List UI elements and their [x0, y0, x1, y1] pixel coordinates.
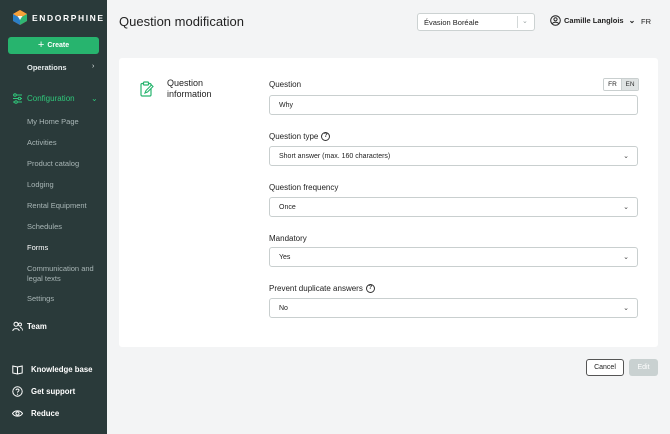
language-switch[interactable]: FR	[641, 17, 651, 26]
edit-button[interactable]: Edit	[629, 359, 658, 376]
sidebar-subitem-settings[interactable]: Settings	[27, 294, 103, 304]
sidebar-subitem-forms[interactable]: Forms	[27, 243, 103, 253]
prevent-duplicate-label-text: Prevent duplicate answers	[269, 284, 363, 293]
sidebar-subitem-lodging[interactable]: Lodging	[27, 180, 103, 190]
sidebar-subitem-schedules[interactable]: Schedules	[27, 222, 103, 232]
sidebar-item-label: Knowledge base	[31, 365, 93, 374]
brand-name: ENDORPHINE	[32, 12, 105, 23]
sidebar-subitem-rental-equipment[interactable]: Rental Equipment	[27, 201, 103, 211]
sidebar-subitem-communication[interactable]: Communication and legal texts	[27, 264, 103, 283]
prevent-duplicate-select[interactable]: No ⌄	[269, 298, 638, 318]
endorphine-logo-icon	[13, 10, 27, 25]
sidebar-item-label: Get support	[31, 387, 76, 396]
content-language-toggle[interactable]: FR EN	[603, 78, 639, 91]
prevent-duplicate-label: Prevent duplicate answers ?	[269, 284, 375, 293]
chevron-right-icon: ›	[92, 63, 95, 70]
sidebar-item-label: Team	[27, 322, 47, 331]
organization-select[interactable]: Évasion Boréale ⌄	[417, 13, 535, 31]
chevron-down-icon: ⌄	[522, 18, 528, 25]
question-label: Question	[269, 80, 301, 89]
question-form-card: Question information FR EN Question Why …	[119, 58, 658, 347]
question-frequency-select[interactable]: Once ⌄	[269, 197, 638, 217]
mandatory-select[interactable]: Yes ⌄	[269, 247, 638, 267]
sliders-icon	[13, 93, 22, 104]
sidebar: ENDORPHINE + Create Operations › Configu…	[0, 0, 107, 434]
book-icon	[12, 365, 23, 375]
question-input[interactable]: Why	[269, 95, 638, 115]
cancel-button[interactable]: Cancel	[586, 359, 624, 376]
chevron-down-icon: ⌄	[623, 254, 629, 261]
sidebar-subitem-my-home-page[interactable]: My Home Page	[27, 117, 103, 127]
question-input-value: Why	[279, 102, 293, 109]
sidebar-subitem-activities[interactable]: Activities	[27, 138, 103, 148]
help-icon[interactable]: ?	[365, 284, 375, 293]
sidebar-item-label: Configuration	[27, 94, 75, 103]
select-divider	[517, 16, 518, 28]
sidebar-item-knowledge-base[interactable]: Knowledge base	[0, 364, 107, 376]
question-frequency-label-text: Question frequency	[269, 183, 339, 192]
question-label-text: Question	[269, 80, 302, 89]
question-frequency-label: Question frequency	[269, 183, 338, 192]
chevron-down-icon: ⌄	[91, 94, 98, 103]
chevron-down-icon: ⌄	[623, 153, 629, 160]
sidebar-item-reduce[interactable]: Reduce	[0, 408, 107, 420]
mandatory-label: Mandatory	[269, 234, 307, 243]
section-title: Question information	[167, 78, 212, 99]
chevron-down-icon: ⌄	[623, 305, 629, 312]
sidebar-item-get-support[interactable]: Get support	[0, 386, 107, 398]
sidebar-item-label: Reduce	[31, 409, 60, 418]
page-title: Question modification	[119, 14, 245, 29]
question-type-select[interactable]: Short answer (max. 160 characters) ⌄	[269, 146, 638, 166]
lang-toggle-fr[interactable]: FR	[604, 79, 621, 90]
organization-select-value: Évasion Boréale	[424, 18, 479, 27]
question-type-label: Question type ?	[269, 132, 331, 141]
question-type-value: Short answer (max. 160 characters)	[279, 153, 391, 160]
mandatory-value: Yes	[279, 254, 291, 261]
help-circle-icon	[12, 386, 23, 397]
user-avatar-icon	[550, 15, 561, 26]
plus-icon: +	[37, 39, 45, 51]
create-button[interactable]: + Create	[8, 37, 99, 54]
create-label: Create	[47, 42, 70, 49]
mandatory-label-text: Mandatory	[269, 234, 307, 243]
brand[interactable]: ENDORPHINE	[13, 10, 105, 25]
chevron-down-icon: ⌄	[623, 204, 629, 211]
sidebar-item-operations[interactable]: Operations ›	[0, 62, 107, 74]
eye-icon	[12, 410, 23, 417]
question-frequency-value: Once	[279, 204, 296, 211]
sidebar-item-team[interactable]: Team	[0, 321, 107, 333]
sidebar-subitem-product-catalog[interactable]: Product catalog	[27, 159, 103, 169]
chevron-down-icon: ⌄	[628, 16, 636, 25]
user-menu[interactable]: Camille Langlois ⌄	[550, 15, 635, 26]
question-type-label-text: Question type	[269, 132, 319, 141]
prevent-duplicate-value: No	[279, 305, 288, 312]
lang-toggle-en[interactable]: EN	[621, 79, 638, 90]
sidebar-item-label: Operations	[27, 63, 67, 72]
sidebar-item-configuration[interactable]: Configuration ⌄	[0, 93, 107, 105]
team-icon	[12, 321, 23, 332]
clipboard-edit-icon	[140, 81, 154, 97]
user-name: Camille Langlois	[564, 16, 624, 25]
help-icon[interactable]: ?	[321, 132, 331, 141]
